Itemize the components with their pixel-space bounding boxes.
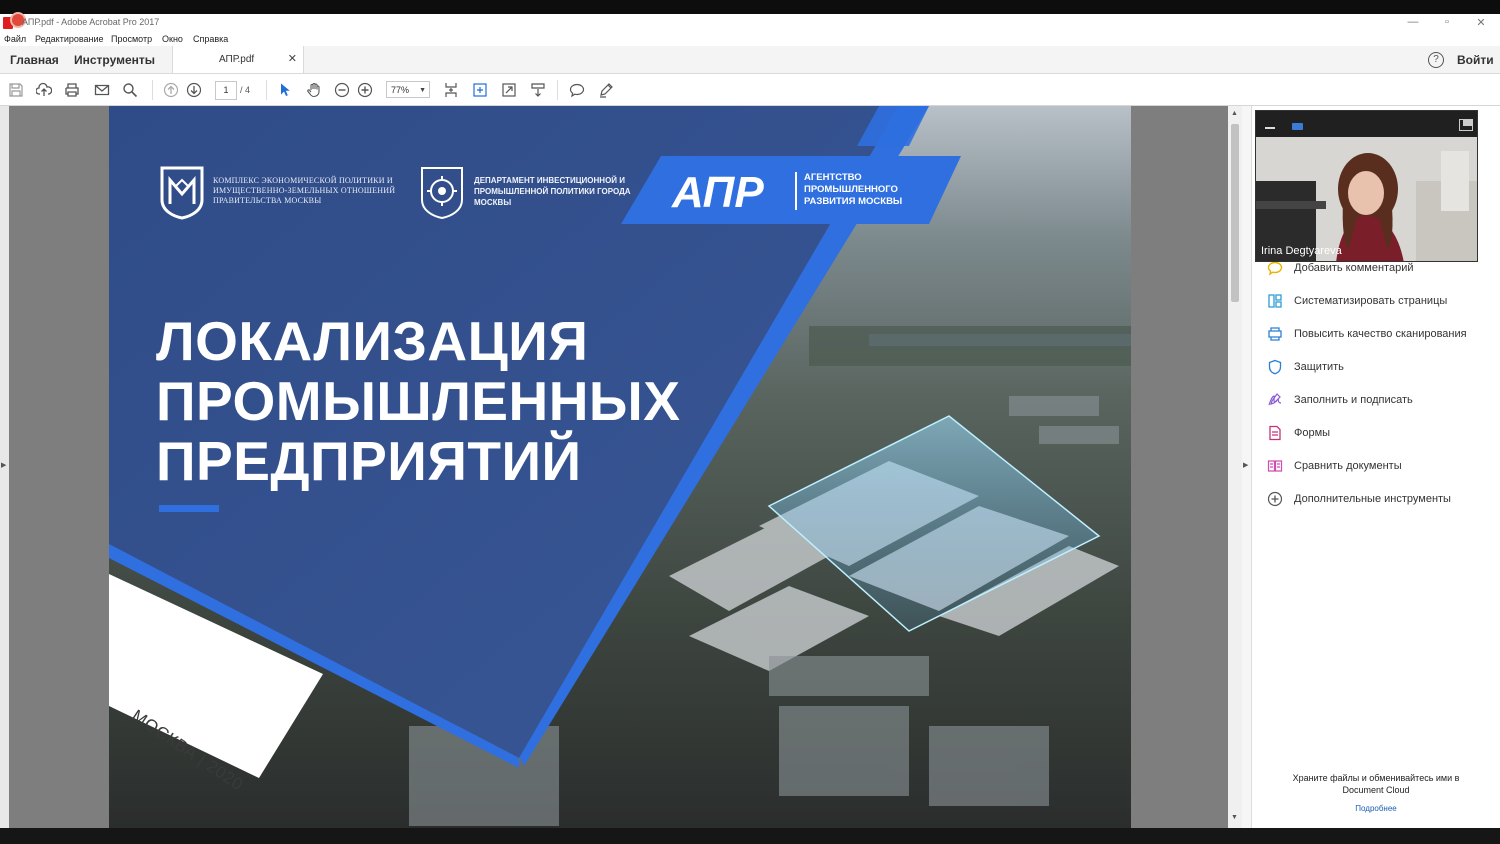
toolbar: 1 / 4 77% ▼ bbox=[0, 74, 1500, 106]
comment-tool-icon[interactable] bbox=[567, 80, 587, 100]
tool-label: Сравнить документы bbox=[1294, 460, 1402, 472]
shield-icon bbox=[1266, 358, 1284, 376]
upload-cloud-icon[interactable] bbox=[34, 80, 54, 100]
slide-headline: ЛОКАЛИЗАЦИЯ ПРОМЫШЛЕННЫХ ПРЕДПРИЯТИЙ bbox=[156, 311, 776, 491]
close-tab-icon[interactable]: ✕ bbox=[288, 52, 297, 65]
tool-organize-pages[interactable]: Систематизировать страницы bbox=[1266, 291, 1496, 311]
department-emblem-icon bbox=[421, 167, 463, 220]
logo1-caption: КОМПЛЕКС ЭКОНОМИЧЕСКОЙ ПОЛИТИКИ И ИМУЩЕС… bbox=[213, 176, 396, 205]
government-emblem-icon bbox=[160, 166, 204, 220]
document-cloud-promo: Храните файлы и обменивайтесь ими в Docu… bbox=[1292, 773, 1460, 795]
scrollbar-thumb[interactable] bbox=[1231, 124, 1239, 302]
read-mode-icon[interactable] bbox=[528, 80, 548, 100]
apr-logo-mark: АПР bbox=[672, 168, 764, 217]
tab-home[interactable]: Главная bbox=[10, 53, 59, 67]
tool-label: Систематизировать страницы bbox=[1294, 295, 1448, 307]
select-cursor-icon[interactable] bbox=[275, 80, 295, 100]
close-icon[interactable]: ✕ bbox=[1466, 16, 1496, 29]
minimize-video-icon[interactable] bbox=[1265, 127, 1275, 129]
tool-compare[interactable]: Сравнить документы bbox=[1266, 456, 1496, 476]
scroll-down-icon[interactable]: ▼ bbox=[1231, 814, 1238, 821]
pen-tool-icon[interactable] bbox=[596, 80, 616, 100]
menu-edit[interactable]: Редактирование bbox=[35, 34, 104, 44]
tool-label: Повысить качество сканирования bbox=[1294, 328, 1467, 340]
tab-tools[interactable]: Инструменты bbox=[74, 53, 155, 67]
logo2-caption: ДЕПАРТАМЕНТ ИНВЕСТИЦИОННОЙ И ПРОМЫШЛЕННО… bbox=[474, 176, 631, 207]
chevron-right-icon: ▶ bbox=[1, 462, 7, 469]
toolbar-separator bbox=[557, 80, 558, 100]
tab-document[interactable]: АПР.pdf ✕ bbox=[172, 46, 304, 73]
next-page-icon[interactable] bbox=[184, 80, 204, 100]
compare-icon bbox=[1266, 457, 1284, 475]
chevron-down-icon: ▼ bbox=[419, 87, 426, 94]
tool-forms[interactable]: Формы bbox=[1266, 423, 1496, 443]
hand-tool-icon[interactable] bbox=[304, 80, 324, 100]
menu-window[interactable]: Окно bbox=[162, 34, 183, 44]
tool-enhance-scans[interactable]: Повысить качество сканирования bbox=[1266, 324, 1496, 344]
save-icon[interactable] bbox=[6, 80, 26, 100]
headline-accent-bar bbox=[159, 505, 219, 512]
print-icon[interactable] bbox=[62, 80, 82, 100]
zoom-in-icon[interactable] bbox=[355, 80, 375, 100]
menu-file[interactable]: Файл bbox=[4, 34, 26, 44]
window-title: АПР.pdf - Adobe Acrobat Pro 2017 bbox=[22, 17, 160, 27]
fill-sign-icon bbox=[1266, 391, 1284, 409]
pdf-page-slide: КОМПЛЕКС ЭКОНОМИЧЕСКОЙ ПОЛИТИКИ И ИМУЩЕС… bbox=[109, 106, 1131, 828]
previous-page-icon[interactable] bbox=[161, 80, 181, 100]
expand-video-icon[interactable] bbox=[1459, 119, 1473, 131]
video-call-overlay[interactable]: Irina Degtyareva bbox=[1255, 110, 1478, 262]
tool-label: Формы bbox=[1294, 427, 1331, 439]
video-controls-bar bbox=[1256, 111, 1477, 137]
tool-label: Защитить bbox=[1294, 361, 1344, 373]
zoom-select[interactable]: 77% ▼ bbox=[386, 81, 430, 98]
menu-help[interactable]: Справка bbox=[193, 34, 228, 44]
document-tab-label: АПР.pdf bbox=[219, 54, 255, 65]
tool-label: Заполнить и подписать bbox=[1294, 394, 1413, 406]
chevron-right-icon: ▶ bbox=[1243, 462, 1249, 469]
forms-icon bbox=[1266, 424, 1284, 442]
participant-name: Irina Degtyareva bbox=[1261, 245, 1342, 257]
tool-more-tools[interactable]: Дополнительные инструменты bbox=[1266, 489, 1496, 509]
apr-logo-divider bbox=[795, 172, 797, 210]
screen-top-border bbox=[0, 0, 1500, 14]
screen-bottom-border bbox=[0, 828, 1500, 844]
headline-line-1: ЛОКАЛИЗАЦИЯ bbox=[156, 310, 589, 372]
scroll-up-icon[interactable]: ▲ bbox=[1231, 110, 1238, 117]
enhance-scan-icon bbox=[1266, 325, 1284, 343]
tool-fill-sign[interactable]: Заполнить и подписать bbox=[1266, 390, 1496, 410]
tool-label: Дополнительные инструменты bbox=[1294, 493, 1451, 505]
zoom-value: 77% bbox=[391, 85, 410, 95]
organize-pages-icon bbox=[1266, 292, 1284, 310]
toolbar-separator bbox=[152, 80, 153, 100]
learn-more-link[interactable]: Подробнее bbox=[1276, 804, 1476, 813]
menu-view[interactable]: Просмотр bbox=[111, 34, 152, 44]
fit-page-icon[interactable] bbox=[470, 80, 490, 100]
vertical-scrollbar[interactable]: ▲ ▼ bbox=[1228, 106, 1242, 828]
scroll-mode-icon[interactable] bbox=[441, 80, 461, 100]
toolbar-separator bbox=[266, 80, 267, 100]
tool-label: Добавить комментарий bbox=[1294, 262, 1414, 274]
camera-indicator-icon bbox=[1292, 123, 1303, 130]
headline-line-3: ПРЕДПРИЯТИЙ bbox=[156, 430, 582, 492]
more-tools-icon bbox=[1266, 490, 1284, 508]
title-bar: АПР.pdf - Adobe Acrobat Pro 2017 — ▫ ✕ bbox=[0, 14, 1500, 32]
headline-line-2: ПРОМЫШЛЕННЫХ bbox=[156, 370, 681, 432]
menu-bar: Файл Редактирование Просмотр Окно Справк… bbox=[0, 32, 1500, 46]
zoom-out-icon[interactable] bbox=[332, 80, 352, 100]
right-pane-toggle[interactable]: ▶ bbox=[1242, 106, 1252, 828]
page-total: / 4 bbox=[240, 85, 251, 95]
sign-in-button[interactable]: Войти bbox=[1457, 53, 1494, 67]
left-pane-toggle[interactable]: ▶ bbox=[0, 106, 9, 828]
full-screen-icon[interactable] bbox=[499, 80, 519, 100]
search-icon[interactable] bbox=[120, 80, 140, 100]
tab-row: Главная Инструменты АПР.pdf ✕ bbox=[0, 46, 1500, 74]
help-icon[interactable]: ? bbox=[1428, 52, 1444, 68]
tool-protect[interactable]: Защитить bbox=[1266, 357, 1496, 377]
page-number-input[interactable]: 1 bbox=[215, 81, 237, 100]
apr-logo-caption: АГЕНТСТВО ПРОМЫШЛЕННОГО РАЗВИТИЯ МОСКВЫ bbox=[804, 172, 903, 207]
minimize-icon[interactable]: — bbox=[1398, 16, 1428, 28]
maximize-icon[interactable]: ▫ bbox=[1432, 16, 1462, 28]
email-icon[interactable] bbox=[92, 80, 112, 100]
